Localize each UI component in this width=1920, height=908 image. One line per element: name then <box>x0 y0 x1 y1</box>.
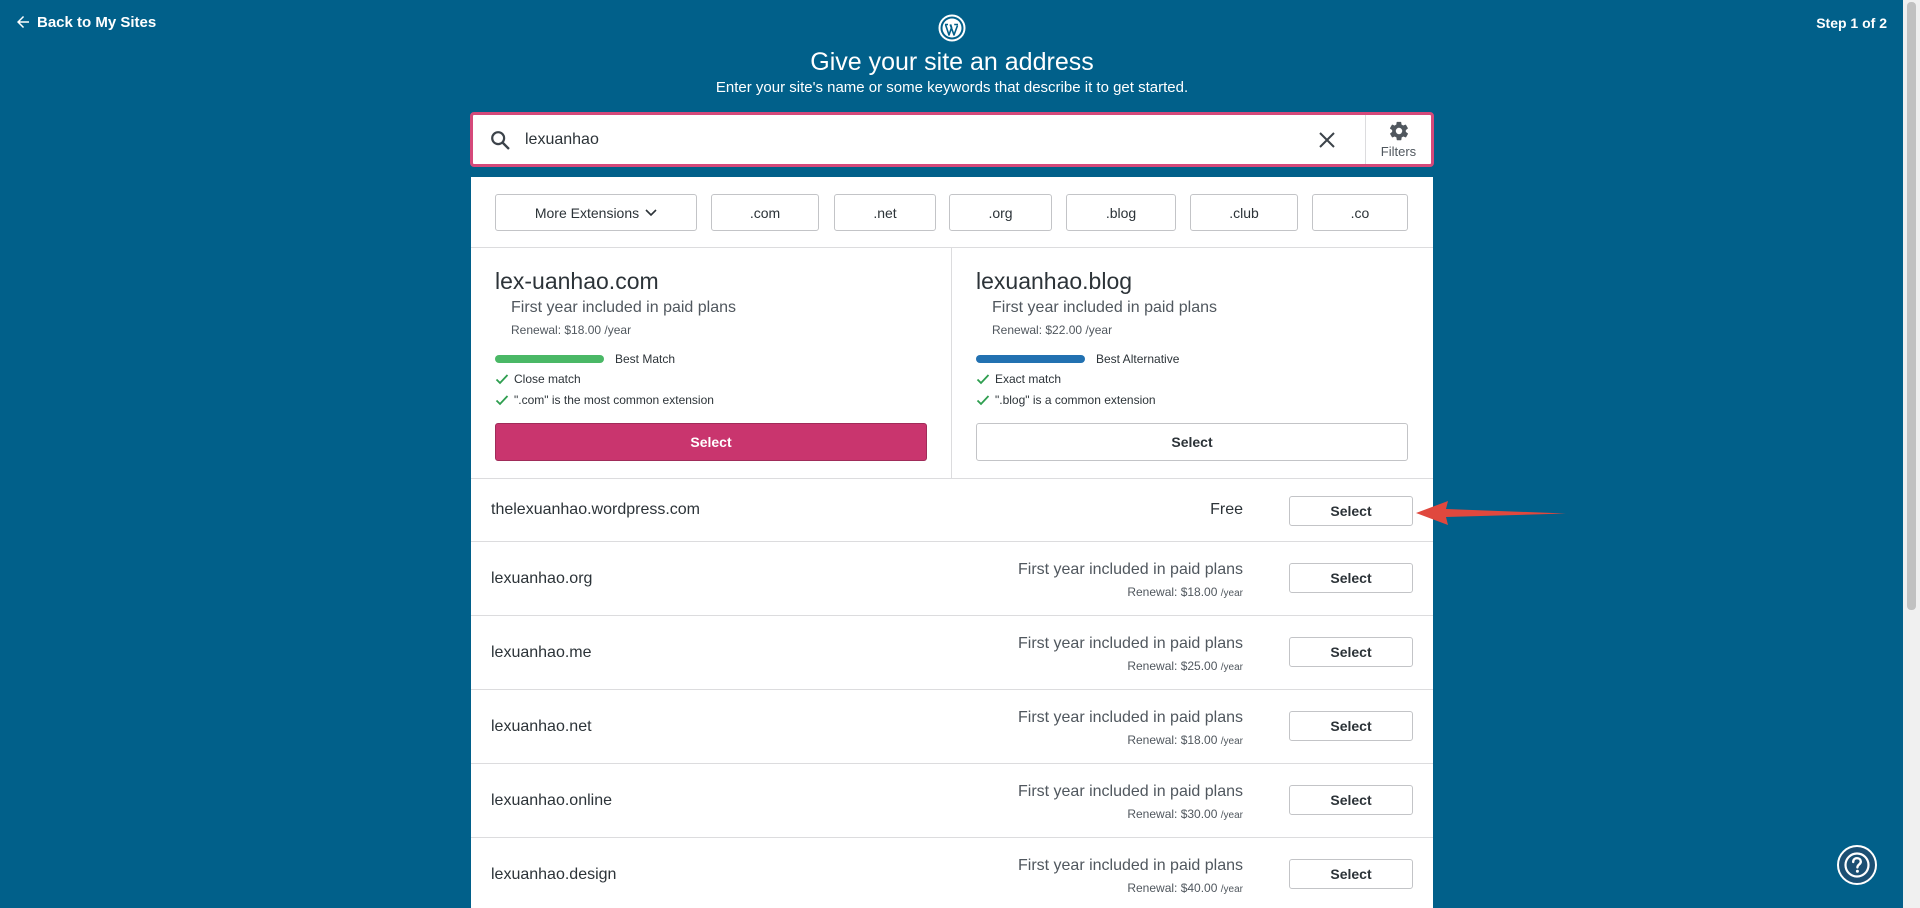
featured-domain-name: lex-uanhao.com <box>495 268 659 294</box>
suggestion-price: First year included in paid plans <box>1017 561 1243 578</box>
featured-suggestions: lex-uanhao.com First year included in pa… <box>471 248 1433 479</box>
match-reason-label: ".blog" is a common extension <box>995 393 1156 407</box>
page-subtitle: Enter your site's name or some keywords … <box>715 79 1189 96</box>
page-scrollbar[interactable] <box>1903 0 1920 908</box>
match-reason: Close match <box>495 372 581 386</box>
featured-price: First year included in paid plans <box>511 299 737 316</box>
more-extensions-label: More Extensions <box>534 204 640 221</box>
question-mark-icon <box>1844 852 1870 878</box>
annotation-arrow-icon <box>1416 501 1566 525</box>
close-icon <box>1319 131 1335 148</box>
help-button[interactable] <box>1837 845 1877 885</box>
match-strength-bar <box>495 355 604 363</box>
suggestion-price: First year included in paid plans <box>1017 857 1243 874</box>
clear-search-button[interactable] <box>1307 120 1347 160</box>
select-free-domain-button[interactable]: Select <box>1289 496 1413 526</box>
more-extensions-dropdown[interactable]: More Extensions <box>495 194 697 231</box>
page-title: Give your site an address <box>810 48 1094 76</box>
back-to-my-sites-link[interactable]: Back to My Sites <box>14 13 156 31</box>
suggestion-row: lexuanhao.net First year included in pai… <box>471 690 1433 764</box>
match-strength-bar <box>976 355 1085 363</box>
suggestion-domain: lexuanhao.org <box>491 570 593 587</box>
checkmark-icon <box>495 395 509 406</box>
domain-search-input[interactable] <box>525 115 1307 164</box>
match-reason: ".com" is the most common extension <box>495 393 714 407</box>
suggestion-row: lexuanhao.design First year included in … <box>471 838 1433 908</box>
suggestion-price: First year included in paid plans <box>1017 783 1243 800</box>
select-domain-button[interactable]: Select <box>1289 859 1413 889</box>
extension-com-button[interactable]: .com <box>711 194 819 231</box>
select-domain-button[interactable]: Select <box>1289 785 1413 815</box>
select-domain-button[interactable]: Select <box>1289 563 1413 593</box>
filters-button[interactable]: Filters <box>1365 115 1431 164</box>
search-icon[interactable] <box>489 129 511 151</box>
suggestion-price: First year included in paid plans <box>1017 709 1243 726</box>
step-indicator: Step 1 of 2 <box>1816 15 1887 31</box>
gear-icon <box>1389 121 1408 141</box>
match-reason: Exact match <box>976 372 1061 386</box>
extension-filter-bar: More Extensions .com .net .org .blog .cl… <box>471 177 1433 248</box>
checkmark-icon <box>976 395 990 406</box>
featured-domain-name: lexuanhao.blog <box>976 268 1133 294</box>
extension-org-button[interactable]: .org <box>949 194 1052 231</box>
arrow-left-icon <box>17 16 29 28</box>
match-label: Best Match <box>615 352 676 366</box>
chevron-down-icon <box>645 208 657 216</box>
select-best-match-button[interactable]: Select <box>495 423 927 461</box>
suggestion-renewal: Renewal: $25.00 /year <box>1127 659 1243 673</box>
match-reason: ".blog" is a common extension <box>976 393 1156 407</box>
extension-co-button[interactable]: .co <box>1312 194 1408 231</box>
suggestion-renewal: Renewal: $18.00 /year <box>1127 585 1243 599</box>
featured-renewal: Renewal: $18.00 /year <box>511 323 632 337</box>
suggestion-row: lexuanhao.org First year included in pai… <box>471 542 1433 616</box>
domain-search-box: Filters <box>470 112 1434 167</box>
back-link-label: Back to My Sites <box>37 13 157 31</box>
select-domain-button[interactable]: Select <box>1289 711 1413 741</box>
extension-club-button[interactable]: .club <box>1190 194 1298 231</box>
suggestion-renewal: Renewal: $40.00 /year <box>1127 881 1243 895</box>
suggestion-renewal: Renewal: $18.00 /year <box>1127 733 1243 747</box>
suggestion-domain: lexuanhao.online <box>491 792 612 809</box>
featured-suggestion-best-match: lex-uanhao.com First year included in pa… <box>471 248 952 478</box>
match-label: Best Alternative <box>1096 352 1180 366</box>
domain-results-panel: More Extensions .com .net .org .blog .cl… <box>471 177 1433 908</box>
select-domain-button[interactable]: Select <box>1289 637 1413 667</box>
checkmark-icon <box>495 374 509 385</box>
filters-label: Filters <box>1380 144 1417 159</box>
suggestion-price: First year included in paid plans <box>1017 635 1243 652</box>
suggestion-row: lexuanhao.online First year included in … <box>471 764 1433 838</box>
match-reason-label: Exact match <box>995 372 1062 386</box>
featured-renewal: Renewal: $22.00 /year <box>992 323 1113 337</box>
suggestion-row: lexuanhao.me First year included in paid… <box>471 616 1433 690</box>
extension-net-button[interactable]: .net <box>834 194 936 231</box>
match-reason-label: ".com" is the most common extension <box>514 393 714 407</box>
checkmark-icon <box>976 374 990 385</box>
suggestion-domain: lexuanhao.me <box>491 644 592 661</box>
featured-suggestion-best-alternative: lexuanhao.blog First year included in pa… <box>952 248 1433 478</box>
match-reason-label: Close match <box>514 372 581 386</box>
featured-price: First year included in paid plans <box>992 299 1218 316</box>
suggestion-renewal: Renewal: $30.00 /year <box>1127 807 1243 821</box>
suggestion-price: Free <box>1210 501 1243 518</box>
suggestion-domain: lexuanhao.design <box>491 866 617 883</box>
suggestion-domain: lexuanhao.net <box>491 718 592 735</box>
suggestion-domain: thelexuanhao.wordpress.com <box>491 501 701 518</box>
wordpress-logo-icon <box>938 14 966 42</box>
suggestion-row-free: thelexuanhao.wordpress.com Free Select <box>471 479 1433 542</box>
scrollbar-thumb[interactable] <box>1907 2 1916 610</box>
extension-blog-button[interactable]: .blog <box>1066 194 1176 231</box>
select-best-alternative-button[interactable]: Select <box>976 423 1408 461</box>
